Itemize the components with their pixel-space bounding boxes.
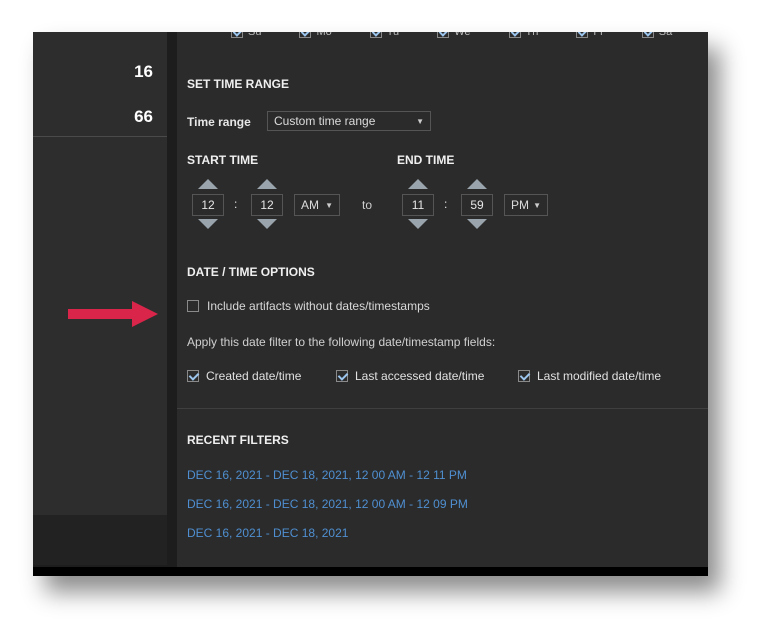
- start-hour-increment-icon[interactable]: [198, 179, 218, 189]
- day-checkbox-row: Su Mo Tu We Th Fr Sa: [231, 32, 672, 38]
- count-value: 16: [134, 62, 153, 81]
- last-accessed-checkbox[interactable]: Last accessed date/time: [336, 369, 484, 383]
- end-minute-increment-icon[interactable]: [467, 179, 487, 189]
- day-checkbox-tuesday[interactable]: Tu: [369, 32, 399, 38]
- divider: [33, 136, 167, 137]
- time-range-label: Time range: [187, 115, 251, 129]
- end-minute-decrement-icon[interactable]: [467, 219, 487, 229]
- checkbox-icon[interactable]: [231, 32, 243, 38]
- start-minute-input[interactable]: 12: [251, 194, 283, 216]
- checkbox-icon[interactable]: [187, 300, 199, 312]
- checkbox-icon[interactable]: [641, 32, 654, 38]
- time-range-heading: SET TIME RANGE: [187, 77, 290, 91]
- end-hour-input[interactable]: 11: [402, 194, 434, 216]
- start-hour-decrement-icon[interactable]: [198, 219, 218, 229]
- recent-filter-link[interactable]: DEC 16, 2021 - DEC 18, 2021: [187, 526, 348, 540]
- to-label: to: [362, 198, 373, 212]
- divider: [177, 408, 708, 409]
- annotation-arrow-icon: [68, 301, 158, 327]
- checkbox-icon[interactable]: [576, 32, 589, 38]
- time-colon: :: [234, 197, 238, 211]
- day-checkbox-sunday[interactable]: Su: [231, 32, 261, 38]
- day-checkbox-monday[interactable]: Mo: [299, 32, 332, 38]
- results-count-pane: 16 66: [33, 32, 167, 515]
- day-checkbox-wednesday[interactable]: We: [437, 32, 471, 38]
- start-hour-input[interactable]: 12: [192, 194, 224, 216]
- left-footer: [33, 515, 167, 565]
- day-checkbox-thursday[interactable]: Th: [508, 32, 538, 38]
- end-time-heading: END TIME: [397, 153, 455, 167]
- checkbox-icon[interactable]: [299, 32, 312, 38]
- start-time-heading: START TIME: [187, 153, 259, 167]
- start-minute-decrement-icon[interactable]: [257, 219, 277, 229]
- date-time-options-heading: DATE / TIME OPTIONS: [187, 265, 315, 279]
- chevron-down-icon: ▼: [416, 116, 424, 126]
- end-hour-decrement-icon[interactable]: [408, 219, 428, 229]
- checkbox-icon[interactable]: [187, 370, 199, 382]
- date-filter-panel: Su Mo Tu We Th Fr Sa SET TIME RANGE Time…: [177, 32, 708, 567]
- time-colon: :: [444, 197, 448, 211]
- start-ampm-select[interactable]: AM ▼: [294, 194, 340, 216]
- chevron-down-icon: ▼: [325, 200, 333, 210]
- count-value: 66: [134, 107, 153, 126]
- end-minute-input[interactable]: 59: [461, 194, 493, 216]
- recent-filter-link[interactable]: DEC 16, 2021 - DEC 18, 2021, 12 00 AM - …: [187, 468, 467, 482]
- include-undated-checkbox[interactable]: Include artifacts without dates/timestam…: [187, 299, 430, 313]
- apply-filter-text: Apply this date filter to the following …: [187, 335, 496, 349]
- checkbox-icon[interactable]: [336, 370, 348, 382]
- last-modified-checkbox[interactable]: Last modified date/time: [518, 369, 661, 383]
- time-range-select[interactable]: Custom time range ▼: [267, 111, 431, 131]
- bottom-strip: [33, 567, 708, 576]
- created-date-checkbox[interactable]: Created date/time: [187, 369, 301, 383]
- checkbox-icon[interactable]: [508, 32, 521, 38]
- checkbox-icon[interactable]: [518, 370, 530, 382]
- end-ampm-select[interactable]: PM ▼: [504, 194, 548, 216]
- checkbox-icon[interactable]: [437, 32, 450, 38]
- checkbox-icon[interactable]: [369, 32, 382, 38]
- recent-filter-link[interactable]: DEC 16, 2021 - DEC 18, 2021, 12 00 AM - …: [187, 497, 468, 511]
- recent-filters-heading: RECENT FILTERS: [187, 433, 289, 447]
- chevron-down-icon: ▼: [533, 200, 541, 210]
- end-hour-increment-icon[interactable]: [408, 179, 428, 189]
- day-checkbox-friday[interactable]: Fr: [576, 32, 604, 38]
- day-checkbox-saturday[interactable]: Sa: [641, 32, 672, 38]
- start-minute-increment-icon[interactable]: [257, 179, 277, 189]
